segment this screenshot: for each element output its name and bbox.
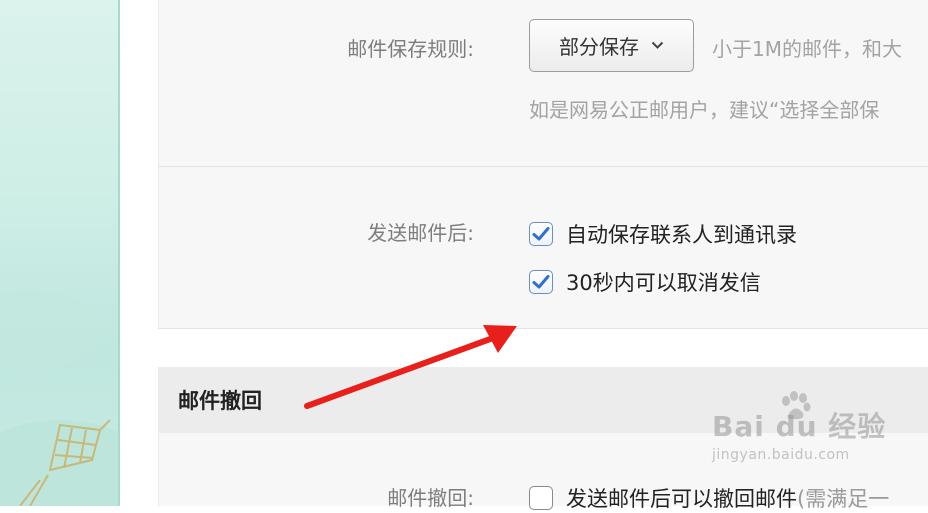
recall-option[interactable]: 发送邮件后可以撤回邮件 (需满足一 [529, 484, 889, 512]
save-rule-advice: 如是网易公正邮用户，建议“选择全部保 [529, 98, 880, 122]
recall-option-label: 发送邮件后可以撤回邮件 [566, 487, 797, 511]
auto-save-contacts-label: 自动保存联系人到通讯录 [566, 223, 797, 247]
decorative-lantern-illustration [0, 290, 118, 506]
after-send-label: 发送邮件后: [367, 221, 474, 245]
chevron-down-icon [651, 36, 664, 54]
auto-save-contacts-option[interactable]: 自动保存联系人到通讯录 [529, 220, 797, 248]
undo-send-label: 30秒内可以取消发信 [566, 271, 761, 295]
save-rule-select[interactable]: 部分保存 [529, 19, 694, 72]
baidu-jingyan-watermark: Bai du 经验 jingyan.baidu.com [712, 391, 886, 463]
save-rule-select-value: 部分保存 [559, 35, 639, 59]
recall-section-title: 邮件撤回 [178, 389, 262, 413]
left-decorative-background [0, 0, 120, 506]
recall-checkbox[interactable] [529, 486, 553, 510]
checkmark-icon [532, 227, 550, 241]
row-divider [158, 166, 928, 167]
paw-logo-icon [782, 391, 811, 420]
auto-save-contacts-checkbox[interactable] [529, 222, 553, 246]
recall-label: 邮件撤回: [387, 486, 474, 510]
recall-option-note: (需满足一 [797, 487, 890, 511]
save-rule-label: 邮件保存规则: [347, 37, 474, 61]
watermark-url: jingyan.baidu.com [712, 447, 850, 463]
save-rule-hint: 小于1M的邮件，和大 [712, 37, 902, 61]
undo-send-option[interactable]: 30秒内可以取消发信 [529, 268, 761, 296]
undo-send-checkbox[interactable] [529, 270, 553, 294]
checkmark-icon [532, 275, 550, 289]
